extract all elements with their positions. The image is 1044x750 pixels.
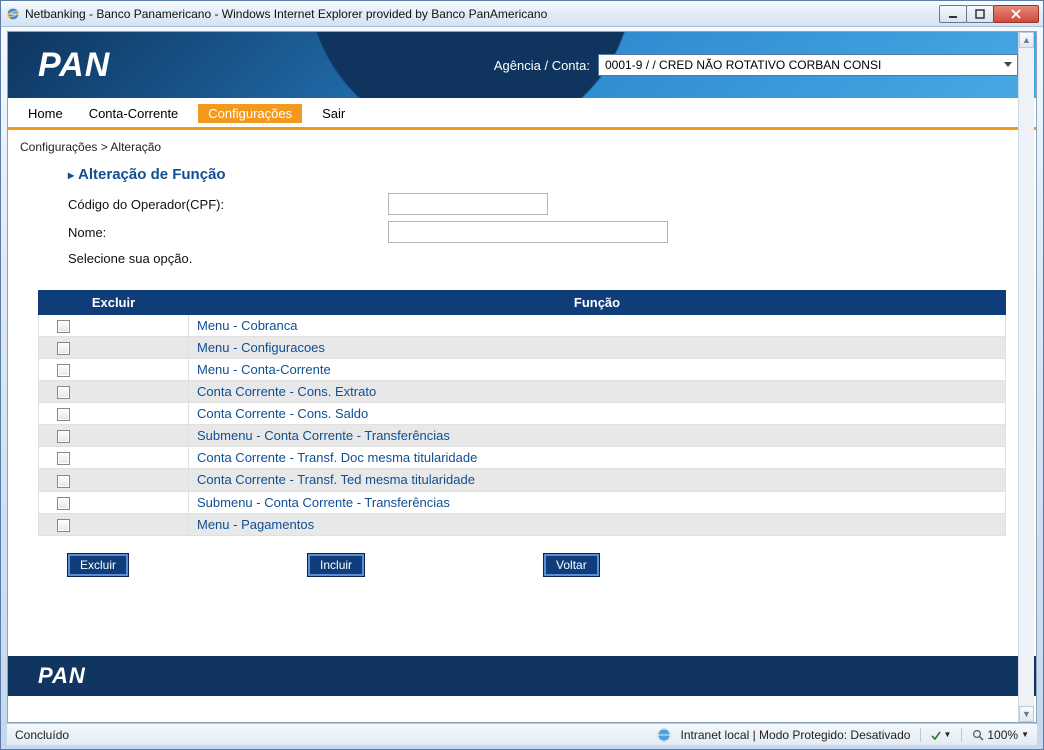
- row-checkbox[interactable]: [57, 452, 70, 465]
- page-title: Alteração de Função: [8, 160, 1036, 193]
- header-banner: PAN Agência / Conta: 0001-9 / / CRED NÃO…: [8, 32, 1036, 98]
- menu-configuracoes[interactable]: Configurações: [198, 104, 302, 123]
- th-funcao: Função: [189, 291, 1006, 315]
- vertical-scrollbar[interactable]: ▲ ▼: [1018, 32, 1034, 722]
- ie-icon: [5, 6, 21, 22]
- table-row: Submenu - Conta Corrente - Transferência…: [39, 425, 1006, 447]
- checkbox-cell: [39, 315, 189, 337]
- nome-input[interactable]: [388, 221, 668, 243]
- logo: PAN: [38, 46, 110, 85]
- table-row: Menu - Conta-Corrente: [39, 359, 1006, 381]
- maximize-button[interactable]: [966, 5, 994, 23]
- checkbox-cell: [39, 513, 189, 535]
- row-checkbox[interactable]: [57, 519, 70, 532]
- incluir-button[interactable]: Incluir: [308, 554, 364, 576]
- row-checkbox[interactable]: [57, 475, 70, 488]
- breadcrumb: Configurações > Alteração: [8, 130, 1036, 160]
- checkbox-cell: [39, 491, 189, 513]
- close-button[interactable]: [993, 5, 1039, 23]
- zone-icon: [657, 728, 671, 742]
- table-row: Menu - Cobranca: [39, 315, 1006, 337]
- zoom-icon[interactable]: 100% ▼: [972, 728, 1029, 742]
- table-row: Conta Corrente - Transf. Doc mesma titul…: [39, 447, 1006, 469]
- status-text: Concluído: [15, 728, 69, 742]
- checkbox-cell: [39, 403, 189, 425]
- window-title: Netbanking - Banco Panamericano - Window…: [25, 7, 940, 21]
- scroll-down-icon[interactable]: ▼: [1019, 706, 1034, 722]
- scroll-up-icon[interactable]: ▲: [1019, 32, 1034, 48]
- account-selector-group: Agência / Conta: 0001-9 / / CRED NÃO ROT…: [494, 54, 1018, 76]
- row-checkbox[interactable]: [57, 497, 70, 510]
- function-name[interactable]: Conta Corrente - Cons. Extrato: [189, 381, 1006, 403]
- page: PAN Agência / Conta: 0001-9 / / CRED NÃO…: [8, 32, 1036, 722]
- window: Netbanking - Banco Panamericano - Window…: [0, 0, 1044, 750]
- instruction-text: Selecione sua opção.: [68, 251, 976, 266]
- voltar-button[interactable]: Voltar: [544, 554, 599, 576]
- checkbox-cell: [39, 447, 189, 469]
- action-row: Excluir Incluir Voltar: [8, 536, 1036, 576]
- function-name[interactable]: Conta Corrente - Cons. Saldo: [189, 403, 1006, 425]
- function-name[interactable]: Menu - Pagamentos: [189, 513, 1006, 535]
- row-checkbox[interactable]: [57, 430, 70, 443]
- cpf-label: Código do Operador(CPF):: [68, 197, 388, 212]
- row-checkbox[interactable]: [57, 386, 70, 399]
- table-row: Conta Corrente - Cons. Extrato: [39, 381, 1006, 403]
- row-checkbox[interactable]: [57, 364, 70, 377]
- function-name[interactable]: Menu - Cobranca: [189, 315, 1006, 337]
- function-name[interactable]: Menu - Conta-Corrente: [189, 359, 1006, 381]
- browser-viewport: PAN Agência / Conta: 0001-9 / / CRED NÃO…: [7, 31, 1037, 723]
- titlebar: Netbanking - Banco Panamericano - Window…: [1, 1, 1043, 27]
- table-row: Menu - Configuracoes: [39, 337, 1006, 359]
- form-area: Código do Operador(CPF): Nome: Selecione…: [8, 193, 1036, 276]
- function-name[interactable]: Conta Corrente - Transf. Doc mesma titul…: [189, 447, 1006, 469]
- row-checkbox[interactable]: [57, 342, 70, 355]
- th-excluir: Excluir: [39, 291, 189, 315]
- table-row: Submenu - Conta Corrente - Transferência…: [39, 491, 1006, 513]
- checkbox-cell: [39, 337, 189, 359]
- row-checkbox[interactable]: [57, 408, 70, 421]
- account-label: Agência / Conta:: [494, 58, 590, 73]
- table-row: Menu - Pagamentos: [39, 513, 1006, 535]
- status-bar: Concluído Intranet local | Modo Protegid…: [7, 723, 1037, 745]
- main-menu: Home Conta-Corrente Configurações Sair: [8, 98, 1036, 130]
- footer-logo: PAN: [38, 663, 86, 689]
- checkbox-cell: [39, 469, 189, 491]
- table-row: Conta Corrente - Transf. Ted mesma titul…: [39, 469, 1006, 491]
- minimize-button[interactable]: [939, 5, 967, 23]
- footer: PAN: [8, 656, 1036, 696]
- function-name[interactable]: Menu - Configuracoes: [189, 337, 1006, 359]
- nome-label: Nome:: [68, 225, 388, 240]
- row-checkbox[interactable]: [57, 320, 70, 333]
- checkbox-cell: [39, 425, 189, 447]
- excluir-button[interactable]: Excluir: [68, 554, 128, 576]
- table-row: Conta Corrente - Cons. Saldo: [39, 403, 1006, 425]
- function-name[interactable]: Submenu - Conta Corrente - Transferência…: [189, 425, 1006, 447]
- function-name[interactable]: Conta Corrente - Transf. Ted mesma titul…: [189, 469, 1006, 491]
- checkbox-cell: [39, 381, 189, 403]
- protected-mode-icon[interactable]: ▼: [931, 730, 951, 740]
- function-name[interactable]: Submenu - Conta Corrente - Transferência…: [189, 491, 1006, 513]
- cpf-input[interactable]: [388, 193, 548, 215]
- menu-sair[interactable]: Sair: [316, 104, 351, 123]
- function-table: Excluir Função Menu - CobrancaMenu - Con…: [38, 290, 1006, 536]
- menu-home[interactable]: Home: [22, 104, 69, 123]
- zoom-text: 100%: [987, 728, 1018, 742]
- menu-conta-corrente[interactable]: Conta-Corrente: [83, 104, 185, 123]
- account-select[interactable]: 0001-9 / / CRED NÃO ROTATIVO CORBAN CONS…: [598, 54, 1018, 76]
- zone-text: Intranet local | Modo Protegido: Desativ…: [681, 728, 911, 742]
- checkbox-cell: [39, 359, 189, 381]
